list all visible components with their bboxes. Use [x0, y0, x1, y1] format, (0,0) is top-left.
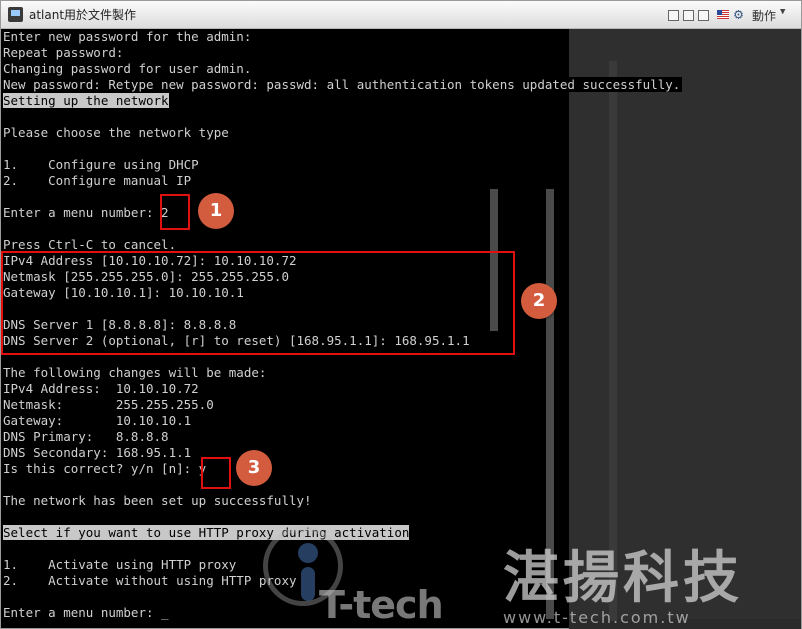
terminal-line: Enter new password for the admin: [3, 29, 254, 44]
summary-dns-secondary: DNS Secondary: 168.95.1.1 [3, 445, 194, 460]
maximize-window-icon[interactable] [698, 10, 709, 21]
gear-icon[interactable]: ⚙ [734, 6, 743, 22]
step-marker-2: 2 [521, 283, 557, 319]
window-title: atlant用於文件製作 [29, 8, 137, 22]
terminal-line: The following changes will be made: [3, 365, 269, 380]
gateway-entry: Gateway [10.10.10.1]: 10.10.10.1 [3, 285, 246, 300]
confirm-prompt: Is this correct? y/n [n]: y [3, 461, 209, 476]
menu-number-prompt: Enter a menu number: 2 [3, 205, 171, 220]
dns-server-2-entry: DNS Server 2 (optional, [r] to reset) [1… [3, 333, 472, 348]
actions-menu[interactable]: 動作 [752, 7, 776, 24]
step-marker-1: 1 [198, 193, 234, 229]
menu-option-manual-ip: 2. Configure manual IP [3, 173, 194, 188]
title-bar: atlant用於文件製作 ⚙ 動作 ▼ [1, 1, 801, 29]
ipv4-address-entry: IPv4 Address [10.10.10.72]: 10.10.10.72 [3, 253, 299, 268]
summary-dns-primary: DNS Primary: 8.8.8.8 [3, 429, 171, 444]
terminal-line: Changing password for user admin. [3, 61, 254, 76]
summary-netmask: Netmask: 255.255.255.0 [3, 397, 216, 412]
terminal-line: Repeat password: [3, 45, 126, 60]
step-marker-3: 3 [236, 450, 272, 486]
summary-gateway: Gateway: 10.10.10.1 [3, 413, 194, 428]
console-window: atlant用於文件製作 ⚙ 動作 ▼ Enter new password f… [0, 0, 802, 629]
watermark-brand-cn: 湛揚科技 [503, 546, 743, 611]
netmask-entry: Netmask [255.255.255.0]: 255.255.255.0 [3, 269, 291, 284]
restore-window-icon[interactable] [683, 10, 694, 21]
watermark-brand-en: T-tech [319, 583, 444, 627]
terminal-line: Please choose the network type [3, 125, 231, 140]
dns-server-1-entry: DNS Server 1 [8.8.8.8]: 8.8.8.8 [3, 317, 239, 332]
terminal-line: New password: Retype new password: passw… [3, 77, 683, 92]
watermark-url: www.t-tech.com.tw [503, 608, 691, 627]
summary-ipv4: IPv4 Address: 10.10.10.72 [3, 381, 201, 396]
terminal-line: Press Ctrl-C to cancel. [3, 237, 179, 252]
console-app-icon [8, 7, 23, 22]
section-heading-network: Setting up the network [3, 93, 169, 108]
terminal-line: The network has been set up successfully… [3, 493, 314, 508]
chevron-down-icon[interactable]: ▼ [780, 7, 785, 17]
menu-option-dhcp: 1. Configure using DHCP [3, 157, 201, 172]
minimize-window-icon[interactable] [668, 10, 679, 21]
us-flag-icon[interactable] [717, 10, 729, 19]
text-cursor: _ [161, 605, 169, 620]
